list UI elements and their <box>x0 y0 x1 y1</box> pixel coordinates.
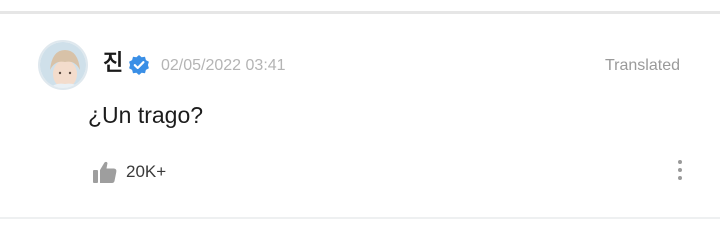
thumbs-up-icon <box>93 161 117 183</box>
more-vertical-icon <box>678 168 682 172</box>
more-options-button[interactable] <box>670 156 690 184</box>
like-count: 20K+ <box>126 162 167 181</box>
verified-badge-icon <box>129 55 149 75</box>
like-button[interactable]: 20K+ <box>92 158 166 186</box>
bottom-divider <box>0 217 720 219</box>
translated-label[interactable]: Translated <box>605 57 680 75</box>
author-name: 진 <box>103 51 124 76</box>
more-vertical-icon <box>678 160 682 164</box>
more-vertical-icon <box>678 176 682 180</box>
post-card: 진 02/05/2022 03:41 Translated ¿Un trago?… <box>0 0 720 203</box>
post-text: ¿Un trago? <box>88 102 204 128</box>
avatar[interactable] <box>38 40 88 90</box>
post-timestamp: 02/05/2022 03:41 <box>161 57 286 74</box>
